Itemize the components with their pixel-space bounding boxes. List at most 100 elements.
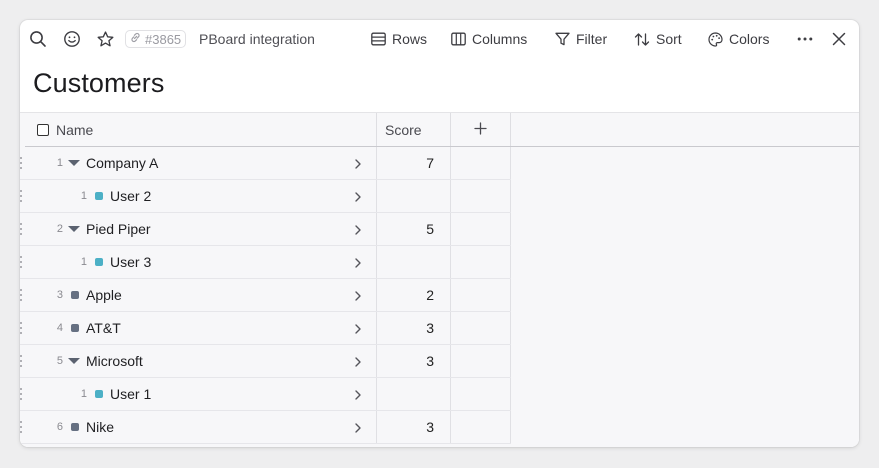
row-number: 1: [80, 190, 87, 202]
page-title: Customers: [33, 68, 165, 98]
drag-handle-icon[interactable]: [20, 322, 24, 335]
select-all-checkbox[interactable]: [37, 123, 49, 136]
row-label: Company A: [86, 155, 159, 171]
name-cell[interactable]: 4 AT&T: [25, 312, 377, 344]
filter-icon: [555, 32, 570, 46]
collapse-triangle-icon[interactable]: [68, 358, 80, 364]
column-header-name[interactable]: Name: [25, 113, 377, 146]
chevron-right-icon[interactable]: [352, 322, 364, 334]
table-header: Name Score: [25, 113, 511, 147]
item-color-marker-icon: [95, 258, 103, 266]
ref-badge[interactable]: #3865: [125, 30, 187, 48]
chevron-right-icon[interactable]: [352, 223, 364, 235]
chevron-right-icon[interactable]: [352, 421, 364, 433]
column-header-score[interactable]: Score: [377, 113, 451, 146]
ref-id: #3865: [145, 31, 182, 47]
toolbar: #3865 PBoard integration Rows Columns Fi…: [20, 20, 859, 58]
table: Name Score 1 Company A 7 1 User 2 2 Pied Piper…: [20, 112, 859, 447]
empty-cell[interactable]: [451, 180, 511, 212]
rows-label: Rows: [392, 31, 428, 47]
chevron-right-icon[interactable]: [352, 190, 364, 202]
columns-button[interactable]: Columns: [451, 29, 527, 49]
empty-cell[interactable]: [451, 213, 511, 245]
add-column-button[interactable]: [451, 113, 511, 146]
table-row[interactable]: 4 AT&T 3: [20, 312, 511, 345]
columns-icon: [451, 32, 466, 46]
row-number: 5: [56, 355, 63, 367]
score-cell[interactable]: [377, 180, 451, 212]
name-cell[interactable]: 6 Nike: [25, 411, 377, 443]
close-icon[interactable]: [829, 29, 849, 49]
score-cell[interactable]: [377, 378, 451, 410]
drag-handle-icon[interactable]: [20, 157, 24, 170]
row-label: Apple: [86, 287, 122, 303]
table-row[interactable]: 1 User 3: [20, 246, 511, 279]
score-cell[interactable]: 3: [377, 312, 451, 344]
columns-label: Columns: [472, 31, 528, 47]
name-cell[interactable]: 1 User 1: [25, 378, 377, 410]
name-cell[interactable]: 1 User 3: [25, 246, 377, 278]
rows-button[interactable]: Rows: [371, 29, 427, 49]
empty-cell[interactable]: [451, 411, 511, 443]
score-cell[interactable]: [377, 246, 451, 278]
row-number: 1: [80, 256, 87, 268]
filter-label: Filter: [576, 31, 608, 47]
chevron-right-icon[interactable]: [352, 157, 364, 169]
empty-cell[interactable]: [451, 345, 511, 377]
empty-cell[interactable]: [451, 312, 511, 344]
drag-handle-icon[interactable]: [20, 256, 24, 269]
drag-handle-icon[interactable]: [20, 289, 24, 302]
search-icon[interactable]: [28, 29, 48, 49]
row-label: Nike: [86, 419, 115, 435]
sort-label: Sort: [656, 31, 682, 47]
ref-title[interactable]: PBoard integration: [199, 31, 315, 47]
chevron-right-icon[interactable]: [352, 256, 364, 268]
score-cell[interactable]: 5: [377, 213, 451, 245]
row-number: 4: [56, 322, 63, 334]
chevron-right-icon[interactable]: [352, 388, 364, 400]
score-cell[interactable]: 2: [377, 279, 451, 311]
sort-icon: [634, 32, 650, 47]
row-label: Pied Piper: [86, 221, 151, 237]
score-cell[interactable]: 3: [377, 345, 451, 377]
colors-button[interactable]: Colors: [708, 29, 769, 49]
link-icon: [129, 31, 142, 47]
chevron-right-icon[interactable]: [352, 355, 364, 367]
drag-handle-icon[interactable]: [20, 355, 24, 368]
name-cell[interactable]: 5 Microsoft: [25, 345, 377, 377]
table-row[interactable]: 1 Company A 7: [20, 147, 511, 180]
more-icon[interactable]: [795, 29, 815, 49]
rows-icon: [371, 32, 386, 46]
chevron-right-icon[interactable]: [352, 289, 364, 301]
name-cell[interactable]: 1 Company A: [25, 147, 377, 179]
drag-handle-icon[interactable]: [20, 388, 24, 401]
table-row[interactable]: 6 Nike 3: [20, 411, 511, 444]
table-row[interactable]: 1 User 1: [20, 378, 511, 411]
item-color-marker-icon: [71, 324, 79, 332]
score-cell[interactable]: 3: [377, 411, 451, 443]
item-color-marker-icon: [71, 423, 79, 431]
name-cell[interactable]: 1 User 2: [25, 180, 377, 212]
collapse-triangle-icon[interactable]: [68, 226, 80, 232]
empty-cell[interactable]: [451, 147, 511, 179]
empty-cell[interactable]: [451, 246, 511, 278]
drag-handle-icon[interactable]: [20, 421, 24, 434]
name-cell[interactable]: 2 Pied Piper: [25, 213, 377, 245]
drag-handle-icon[interactable]: [20, 223, 24, 236]
empty-cell[interactable]: [451, 279, 511, 311]
header-divider: [511, 146, 859, 147]
drag-handle-icon[interactable]: [20, 190, 24, 203]
filter-button[interactable]: Filter: [555, 29, 607, 49]
star-icon[interactable]: [95, 29, 115, 49]
emoji-icon[interactable]: [62, 29, 82, 49]
item-color-marker-icon: [95, 390, 103, 398]
empty-cell[interactable]: [451, 378, 511, 410]
table-row[interactable]: 5 Microsoft 3: [20, 345, 511, 378]
collapse-triangle-icon[interactable]: [68, 160, 80, 166]
score-cell[interactable]: 7: [377, 147, 451, 179]
sort-button[interactable]: Sort: [634, 29, 682, 49]
name-cell[interactable]: 3 Apple: [25, 279, 377, 311]
table-row[interactable]: 1 User 2: [20, 180, 511, 213]
table-row[interactable]: 3 Apple 2: [20, 279, 511, 312]
table-row[interactable]: 2 Pied Piper 5: [20, 213, 511, 246]
